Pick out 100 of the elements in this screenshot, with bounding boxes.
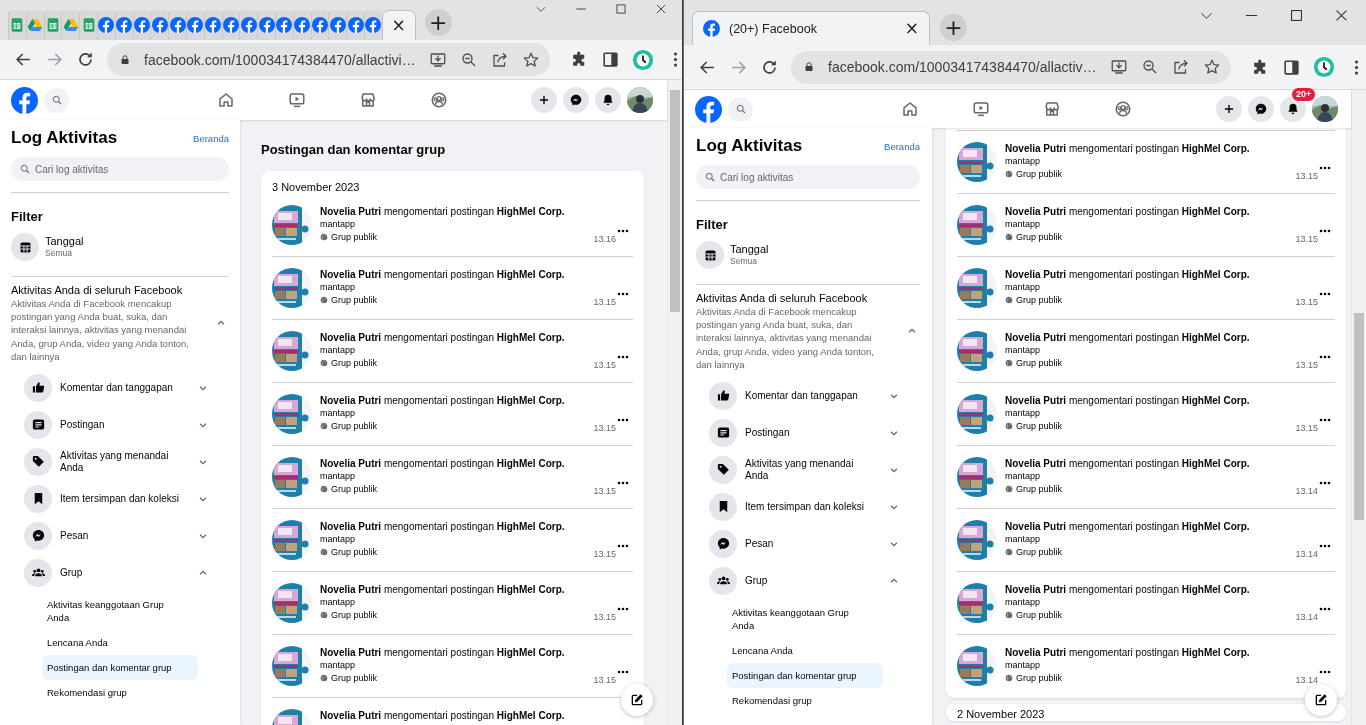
profile-icon[interactable] (1312, 56, 1335, 78)
compose-button[interactable] (621, 684, 653, 716)
zoom-out-icon[interactable] (1140, 58, 1159, 76)
browser-tab[interactable] (363, 10, 382, 40)
address-bar[interactable]: facebook.com/100034174384470/allactiv… (791, 50, 1231, 84)
date-filter[interactable]: Tanggal Semua (696, 240, 920, 270)
star-icon[interactable] (521, 50, 540, 69)
share-icon[interactable] (490, 50, 509, 69)
sidebar-item[interactable]: Aktivitas keanggotaan Grup Anda (727, 599, 883, 638)
notifications-button[interactable] (1280, 96, 1306, 122)
address-bar[interactable]: facebook.com/100034174384470/allactivi… (107, 43, 550, 76)
home-link[interactable]: Beranda (193, 132, 229, 144)
activity-title[interactable]: Novelia Putri mengomentari postingan HighMel Corp. (320, 457, 565, 470)
browser-tab[interactable] (114, 10, 133, 40)
install-icon[interactable] (1109, 58, 1128, 76)
browser-tab[interactable] (132, 10, 151, 40)
sidebar-item[interactable]: Postingan dan komentar grup (727, 662, 883, 688)
browser-tab[interactable] (274, 10, 293, 40)
activity-title[interactable]: Novelia Putri mengomentari postingan HighMel Corp. (320, 331, 565, 344)
maximize-icon[interactable] (1288, 7, 1305, 24)
groups-icon[interactable] (429, 91, 448, 109)
activity-title[interactable]: Novelia Putri mengomentari postingan HighMel Corp. (320, 268, 565, 281)
category-item[interactable]: Item tersimpan dan koleksi (696, 488, 920, 525)
activity-title[interactable]: Novelia Putri mengomentari postingan HighMel Corp. (320, 646, 565, 659)
video-icon[interactable] (972, 100, 990, 118)
logo-icon[interactable] (11, 86, 38, 114)
video-icon[interactable] (287, 91, 306, 109)
close-tab-button[interactable]: × (391, 17, 406, 34)
chevron-up-icon[interactable] (907, 326, 917, 336)
category-item[interactable]: Pesan (696, 525, 920, 562)
search-button[interactable] (728, 96, 753, 122)
share-icon[interactable] (1171, 58, 1190, 76)
store-icon[interactable] (1043, 100, 1061, 118)
reload-icon[interactable] (76, 50, 95, 69)
profile-icon[interactable] (631, 48, 654, 71)
install-icon[interactable] (428, 50, 447, 69)
sidebar-item[interactable]: Lencana Anda (42, 629, 198, 655)
category-item[interactable]: Item tersimpan dan koleksi (11, 480, 229, 517)
star-icon[interactable] (1202, 58, 1221, 76)
browser-tab[interactable] (310, 10, 329, 40)
chevron-up-icon[interactable] (216, 318, 226, 328)
sidebar-item[interactable]: Rekomendasi grup (42, 679, 198, 705)
side-panel-icon[interactable] (600, 50, 620, 69)
date-filter[interactable]: Tanggal Semua (11, 232, 229, 262)
activity-title[interactable]: Novelia Putri mengomentari postingan HighMel Corp. (1005, 205, 1250, 218)
browser-tab[interactable] (221, 10, 240, 40)
zoom-out-icon[interactable] (459, 50, 478, 69)
category-item[interactable]: Postingan (696, 414, 920, 451)
sidebar-item[interactable]: Aktivitas keanggotaan Grup Anda (42, 591, 198, 630)
new-tab-button[interactable]: + (940, 14, 967, 41)
sidebar-item[interactable]: Rekomendasi grup (727, 687, 883, 713)
category-item[interactable]: Postingan (11, 406, 229, 443)
store-icon[interactable] (358, 91, 377, 109)
category-item[interactable]: Komentar dan tanggapan (696, 377, 920, 414)
messenger-button[interactable] (1248, 96, 1274, 122)
side-panel-icon[interactable] (1281, 57, 1301, 77)
activity-title[interactable]: Novelia Putri mengomentari postingan HighMel Corp. (1005, 583, 1250, 596)
category-item[interactable]: Aktivitas yang menandai Anda (696, 451, 920, 488)
browser-tab[interactable] (61, 10, 80, 40)
browser-tab[interactable] (328, 10, 347, 40)
messenger-button[interactable] (563, 87, 589, 113)
activity-title[interactable]: Novelia Putri mengomentari postingan HighMel Corp. (1005, 268, 1250, 281)
browser-tab[interactable] (257, 10, 275, 40)
create-button[interactable] (531, 87, 557, 113)
close-tab-button[interactable]: × (904, 20, 919, 37)
activity-title[interactable]: Novelia Putri mengomentari postingan HighMel Corp. (1005, 646, 1250, 659)
scrollbar[interactable] (1351, 90, 1366, 725)
sidebar-item[interactable]: Postingan dan komentar grup (42, 654, 198, 680)
sidebar-item[interactable]: Lencana Anda (727, 637, 883, 663)
activity-title[interactable]: Novelia Putri mengomentari postingan HighMel Corp. (320, 394, 565, 407)
browser-tab[interactable] (185, 10, 204, 40)
new-tab-button[interactable]: + (424, 9, 452, 36)
category-item[interactable]: Pesan (11, 517, 229, 554)
search-field[interactable]: Cari log aktivitas (11, 157, 229, 181)
home-icon[interactable] (216, 91, 235, 109)
activity-title[interactable]: Novelia Putri mengomentari postingan HighMel Corp. (320, 205, 565, 218)
activity-title[interactable]: Novelia Putri mengomentari postingan HighMel Corp. (1005, 142, 1250, 155)
activity-title[interactable]: Novelia Putri mengomentari postingan HighMel Corp. (1005, 520, 1250, 533)
scrollbar[interactable] (667, 80, 682, 725)
activity-title[interactable]: Novelia Putri mengomentari postingan HighMel Corp. (1005, 457, 1250, 470)
browser-tab[interactable] (150, 10, 169, 40)
activity-title[interactable]: Novelia Putri mengomentari postingan HighMel Corp. (1005, 331, 1250, 344)
category-item[interactable]: Grup (11, 554, 229, 591)
category-item[interactable]: Aktivitas yang menandai Anda (11, 443, 229, 480)
activity-title[interactable]: Novelia Putri mengomentari postingan HighMel Corp. (1005, 394, 1250, 407)
browser-tab[interactable] (292, 10, 311, 40)
activity-title[interactable]: Novelia Putri mengomentari postingan HighMel Corp. (320, 709, 565, 722)
groups-icon[interactable] (1114, 100, 1132, 118)
browser-tab[interactable] (25, 10, 44, 40)
home-icon[interactable] (901, 100, 919, 118)
browser-tab[interactable]: × (381, 10, 416, 40)
create-button[interactable] (1216, 96, 1242, 122)
home-link[interactable]: Beranda (884, 140, 920, 152)
browser-tab[interactable] (168, 10, 186, 40)
notifications-button[interactable] (595, 87, 621, 113)
category-item[interactable]: Grup (696, 562, 920, 599)
logo-icon[interactable] (695, 95, 722, 123)
search-field[interactable]: Cari log aktivitas (696, 165, 920, 189)
browser-tab[interactable] (346, 10, 364, 40)
browser-tab[interactable] (97, 10, 115, 40)
